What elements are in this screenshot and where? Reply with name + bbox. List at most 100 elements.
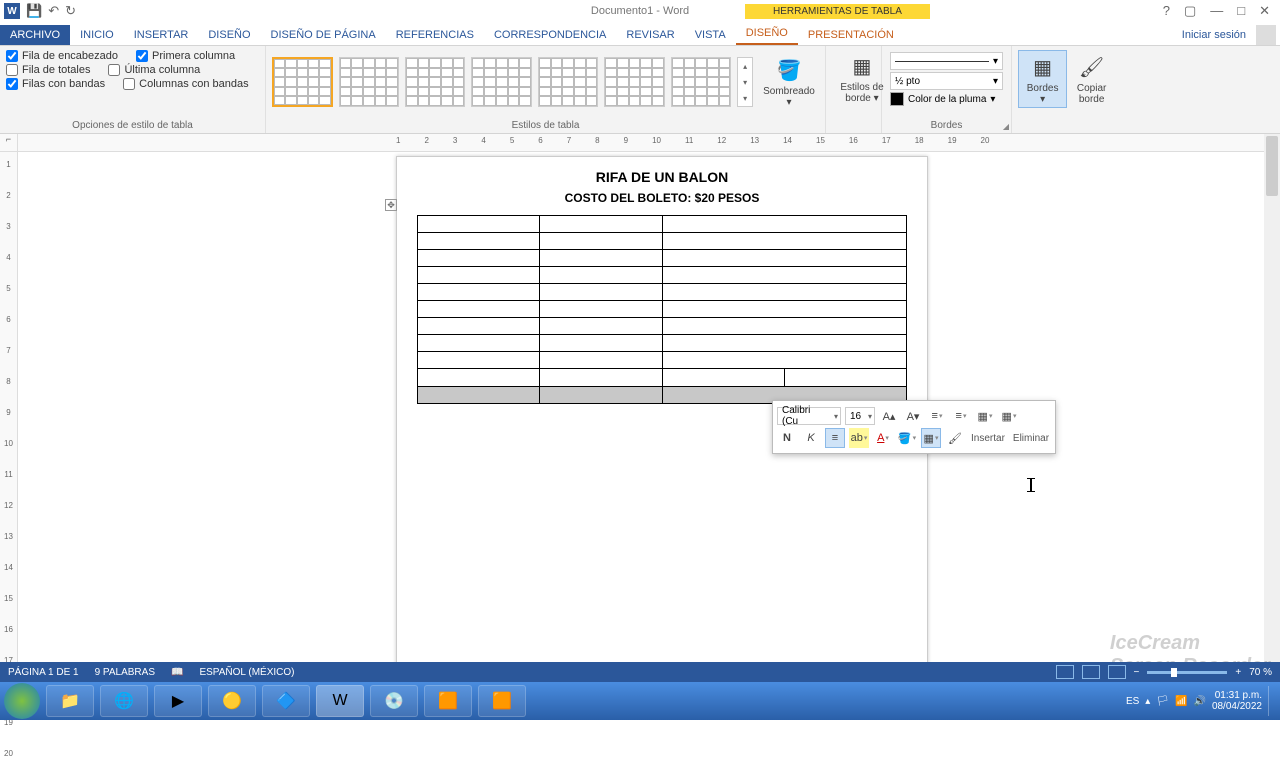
table-style-item[interactable]	[471, 57, 531, 107]
shading-icon[interactable]: 🪣	[897, 428, 917, 448]
tab-file[interactable]: ARCHIVO	[0, 25, 70, 45]
tray-up-icon[interactable]: ▴	[1145, 696, 1150, 707]
redo-icon[interactable]: ↻	[65, 3, 76, 19]
borders-mini-icon[interactable]: ▦	[921, 428, 941, 448]
pen-color-dropdown[interactable]: Color de la pluma ▾	[890, 92, 1003, 106]
shrink-font-icon[interactable]: A▾	[903, 406, 923, 426]
avatar-icon[interactable]	[1256, 25, 1276, 45]
table-style-item[interactable]	[405, 57, 465, 107]
scrollbar-thumb[interactable]	[1266, 136, 1278, 196]
table-delete-icon[interactable]: ▦	[999, 406, 1019, 426]
tab-review[interactable]: REVISAR	[616, 25, 684, 45]
numbering-icon[interactable]: ≡	[951, 406, 971, 426]
ruler-row: ⌐ 1234567891011121314151617181920	[0, 134, 1280, 152]
status-language[interactable]: ESPAÑOL (MÉXICO)	[199, 667, 294, 678]
view-print-icon[interactable]	[1082, 665, 1100, 679]
tray-clock[interactable]: 01:31 p.m. 08/04/2022	[1212, 690, 1262, 712]
help-icon[interactable]: ?	[1163, 3, 1170, 19]
tab-view[interactable]: VISTA	[685, 25, 736, 45]
table-move-handle-icon[interactable]: ✥	[385, 199, 397, 211]
bold-icon[interactable]: N	[777, 428, 797, 448]
tray-network-icon[interactable]: 📶	[1175, 696, 1187, 707]
tab-selector[interactable]: ⌐	[0, 134, 18, 151]
delete-label[interactable]: Eliminar	[1011, 433, 1051, 444]
minimize-icon[interactable]: —	[1210, 3, 1223, 19]
chk-last-column[interactable]: Última columna	[108, 64, 200, 76]
taskbar-ie-icon[interactable]: 🌐	[100, 685, 148, 717]
border-painter-button[interactable]: 🖌 Copiar borde	[1067, 50, 1116, 108]
taskbar-recorder-icon[interactable]: 🟧	[424, 685, 472, 717]
font-size-combo[interactable]: 16	[845, 407, 875, 425]
show-desktop-button[interactable]	[1268, 686, 1276, 716]
gallery-more-button[interactable]: ▴▾▾	[737, 57, 753, 107]
zoom-in-icon[interactable]: +	[1235, 667, 1241, 678]
table-style-item[interactable]	[272, 57, 333, 107]
title-bar: W 💾 ↶ ↻ Documento1 - Word HERRAMIENTAS D…	[0, 0, 1280, 22]
taskbar-explorer-icon[interactable]: 📁	[46, 685, 94, 717]
font-color-icon[interactable]: A	[873, 428, 893, 448]
italic-icon[interactable]: K	[801, 428, 821, 448]
insert-label[interactable]: Insertar	[969, 433, 1007, 444]
table-styles-gallery[interactable]: ▴▾▾ 🪣 Sombreado▾	[272, 50, 819, 114]
taskbar-recorder2-icon[interactable]: 🟧	[478, 685, 526, 717]
document-table[interactable]	[417, 215, 907, 404]
tray-lang[interactable]: ES	[1126, 696, 1139, 707]
tab-references[interactable]: REFERENCIAS	[386, 25, 484, 45]
sign-in-link[interactable]: Iniciar sesión	[1172, 25, 1256, 45]
status-words[interactable]: 9 PALABRAS	[95, 667, 155, 678]
ribbon-options-icon[interactable]: ▢	[1184, 3, 1196, 19]
table-style-item[interactable]	[339, 57, 399, 107]
tab-insert[interactable]: INSERTAR	[124, 25, 199, 45]
tab-home[interactable]: INICIO	[70, 25, 124, 45]
borders-button[interactable]: ▦ Bordes▾	[1018, 50, 1067, 108]
chk-banded-columns[interactable]: Columnas con bandas	[123, 78, 248, 90]
dialog-launcher-icon[interactable]: ◢	[1003, 122, 1009, 131]
view-web-icon[interactable]	[1108, 665, 1126, 679]
pen-style-dropdown[interactable]: ▾	[890, 52, 1003, 70]
pen-swatch-icon	[890, 92, 904, 106]
format-painter-icon[interactable]: 🖌	[945, 428, 965, 448]
page-viewport[interactable]: ✥ RIFA DE UN BALON COSTO DEL BOLETO: $20…	[18, 152, 1264, 682]
grow-font-icon[interactable]: A▴	[879, 406, 899, 426]
vertical-scrollbar[interactable]: ▴ ▾	[1264, 134, 1280, 682]
status-page[interactable]: PÁGINA 1 DE 1	[8, 667, 79, 678]
chk-header-row[interactable]: Fila de encabezado	[6, 50, 118, 62]
maximize-icon[interactable]: □	[1237, 3, 1245, 19]
view-read-icon[interactable]	[1056, 665, 1074, 679]
taskbar-app-icon[interactable]: 🔷	[262, 685, 310, 717]
chk-total-row[interactable]: Fila de totales	[6, 64, 90, 76]
tab-table-design[interactable]: DISEÑO	[736, 23, 798, 45]
vertical-ruler[interactable]: 1234567891011121314151617181920	[0, 152, 18, 682]
align-center-icon[interactable]: ≡	[825, 428, 845, 448]
table-insert-icon[interactable]: ▦	[975, 406, 995, 426]
proofing-icon[interactable]: 📖	[171, 667, 183, 678]
highlight-icon[interactable]: ab	[849, 428, 869, 448]
table-style-item[interactable]	[604, 57, 664, 107]
undo-icon[interactable]: ↶	[48, 3, 59, 19]
bullets-icon[interactable]: ≡	[927, 406, 947, 426]
taskbar-chrome-icon[interactable]: 🟡	[208, 685, 256, 717]
tab-mailings[interactable]: CORRESPONDENCIA	[484, 25, 616, 45]
start-button[interactable]	[4, 683, 40, 719]
tray-volume-icon[interactable]: 🔊	[1193, 696, 1205, 707]
zoom-slider[interactable]	[1147, 671, 1227, 674]
tab-page-layout[interactable]: DISEÑO DE PÁGINA	[261, 25, 386, 45]
taskbar-disc-icon[interactable]: 💿	[370, 685, 418, 717]
zoom-out-icon[interactable]: −	[1134, 667, 1140, 678]
font-family-combo[interactable]: Calibri (Cu	[777, 407, 841, 425]
chk-first-column[interactable]: Primera columna	[136, 50, 235, 62]
tab-table-layout[interactable]: PRESENTACIÓN	[798, 25, 904, 45]
table-style-item[interactable]	[538, 57, 598, 107]
tab-design[interactable]: DISEÑO	[198, 25, 260, 45]
zoom-level[interactable]: 70 %	[1249, 667, 1272, 678]
save-icon[interactable]: 💾	[26, 3, 42, 19]
taskbar-media-icon[interactable]: ▶	[154, 685, 202, 717]
horizontal-ruler[interactable]: 1234567891011121314151617181920	[18, 134, 1280, 151]
pen-weight-dropdown[interactable]: ½ pto▾	[890, 72, 1003, 90]
shading-button[interactable]: 🪣 Sombreado▾	[759, 54, 819, 110]
taskbar-word-icon[interactable]: W	[316, 685, 364, 717]
table-style-item[interactable]	[671, 57, 731, 107]
close-icon[interactable]: ✕	[1259, 3, 1270, 19]
chk-banded-rows[interactable]: Filas con bandas	[6, 78, 105, 90]
tray-flag-icon[interactable]: 🏳	[1156, 696, 1169, 707]
